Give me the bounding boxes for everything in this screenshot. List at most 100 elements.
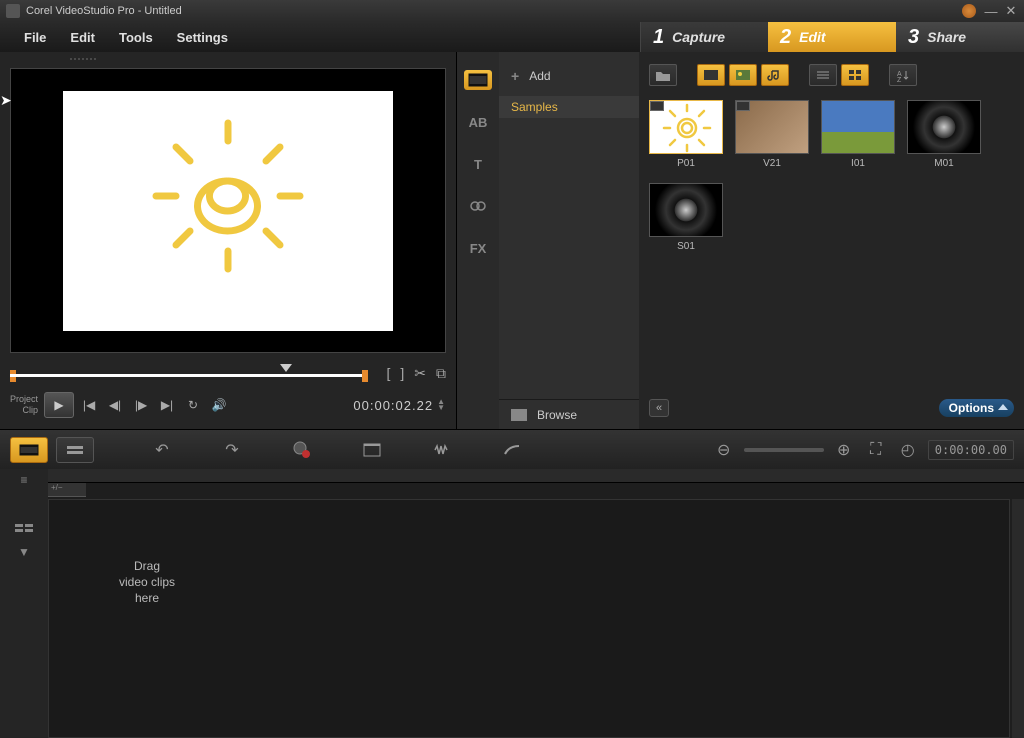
import-media-button[interactable] xyxy=(649,64,677,86)
title-bar: Corel VideoStudio Pro - Untitled — ✕ xyxy=(0,0,1024,22)
fit-project-button[interactable]: ⛶ xyxy=(864,438,888,462)
step-num: 1 xyxy=(653,26,664,49)
playhead-marker[interactable] xyxy=(280,364,292,372)
timeline-toolbar: ↶ ↷ ⊖ ⊕ ⛶ ◴ 0:00:00.00 xyxy=(0,429,1024,469)
vertical-scrollbar[interactable] xyxy=(1012,499,1024,738)
lib-tab-graphic[interactable] xyxy=(464,196,492,216)
browse-button[interactable]: Browse xyxy=(499,399,639,429)
step-num: 2 xyxy=(780,26,791,49)
sound-mixer-button[interactable] xyxy=(430,438,454,462)
browse-icon xyxy=(511,409,527,421)
preview-video[interactable] xyxy=(10,68,446,353)
window-title: Corel VideoStudio Pro - Untitled xyxy=(26,5,962,17)
lib-tab-media[interactable] xyxy=(464,70,492,90)
step-label: Capture xyxy=(672,29,725,45)
preview-panel: [ ] ✂ ⧉ Project Clip ▶ |◀ ◀| |▶ ▶| ↻ 🔊 0… xyxy=(0,52,456,429)
mark-in-button[interactable]: [ xyxy=(386,365,390,382)
redo-button[interactable]: ↷ xyxy=(220,438,244,462)
thumb-label: V21 xyxy=(763,158,781,169)
video-badge-icon xyxy=(650,101,664,111)
timeline-timecode[interactable]: 0:00:00.00 xyxy=(928,440,1014,460)
show-photos-button[interactable] xyxy=(729,64,757,86)
split-clip-button[interactable]: ✂ xyxy=(414,365,426,382)
close-button[interactable]: ✕ xyxy=(1004,4,1018,18)
thumb-label: S01 xyxy=(677,241,695,252)
thumb-label: P01 xyxy=(677,158,695,169)
library-panel: AB T FX + Add Samples Browse xyxy=(456,52,1024,429)
video-badge-icon xyxy=(736,101,750,111)
add-folder-button[interactable]: + Add xyxy=(499,62,639,90)
step-num: 3 xyxy=(908,26,919,49)
thumb-i01[interactable]: I01 xyxy=(821,100,895,169)
thumb-p01[interactable]: P01 xyxy=(649,100,723,169)
project-duration-icon: ◴ xyxy=(896,438,920,462)
batch-convert-button[interactable] xyxy=(360,438,384,462)
go-end-button[interactable]: ▶| xyxy=(156,394,178,416)
settings-gear-icon[interactable] xyxy=(962,4,976,18)
zoom-in-button[interactable]: ⊕ xyxy=(832,438,856,462)
lib-tab-title[interactable]: T xyxy=(464,154,492,174)
add-label: Add xyxy=(529,69,550,83)
track-manager-icon[interactable] xyxy=(14,521,34,535)
show-videos-button[interactable] xyxy=(697,64,725,86)
clip-mode-label[interactable]: Clip xyxy=(10,405,38,416)
minimize-button[interactable]: — xyxy=(984,4,998,18)
enlarge-preview-button[interactable]: ⧉ xyxy=(436,365,446,382)
menu-tools[interactable]: Tools xyxy=(107,30,165,45)
thumb-label: I01 xyxy=(851,158,865,169)
options-panel-button[interactable]: Options xyxy=(939,399,1014,417)
menu-file[interactable]: File xyxy=(12,30,58,45)
prev-frame-button[interactable]: ◀| xyxy=(104,394,126,416)
step-tab-share[interactable]: 3 Share xyxy=(896,22,1024,52)
thumb-view-button[interactable] xyxy=(841,64,869,86)
list-view-button[interactable] xyxy=(809,64,837,86)
browse-label: Browse xyxy=(537,408,577,422)
mark-out-handle[interactable] xyxy=(362,370,368,382)
sort-button[interactable]: AZ xyxy=(889,64,917,86)
storyboard-mode-button[interactable] xyxy=(10,437,48,463)
collapse-library-button[interactable]: « xyxy=(649,399,669,417)
zoom-out-button[interactable]: ⊖ xyxy=(712,438,736,462)
step-tab-capture[interactable]: 1 Capture xyxy=(640,22,768,52)
app-icon xyxy=(6,4,20,18)
menu-bar: File Edit Tools Settings 1 Capture 2 Edi… xyxy=(0,22,1024,52)
sun-drawing-icon xyxy=(128,111,328,311)
timecode-spinner[interactable]: ▲▼ xyxy=(437,399,446,411)
timeline-area: ≡ ▼ +/− Dragvideo clipshere xyxy=(0,469,1024,738)
step-tab-edit[interactable]: 2 Edit xyxy=(768,22,896,52)
play-button[interactable]: ▶ xyxy=(44,392,74,418)
record-button[interactable] xyxy=(290,438,314,462)
show-audio-button[interactable] xyxy=(761,64,789,86)
timeline-mode-button[interactable] xyxy=(56,437,94,463)
mark-out-button[interactable]: ] xyxy=(400,365,404,382)
menu-edit[interactable]: Edit xyxy=(58,30,107,45)
chevron-down-icon[interactable]: ▼ xyxy=(14,545,34,559)
painting-creator-button[interactable] xyxy=(500,438,524,462)
step-label: Edit xyxy=(799,29,825,45)
scrub-track[interactable] xyxy=(10,364,378,382)
folder-samples[interactable]: Samples xyxy=(499,96,639,118)
timeline-ruler[interactable] xyxy=(48,469,1024,483)
storyboard-drop-zone[interactable]: Dragvideo clipshere xyxy=(48,499,1010,738)
plus-icon: + xyxy=(511,68,519,84)
next-frame-button[interactable]: |▶ xyxy=(130,394,152,416)
project-mode-label[interactable]: Project xyxy=(10,394,38,405)
track-toggle[interactable]: +/− xyxy=(48,483,86,497)
lib-tab-transition[interactable]: AB xyxy=(464,112,492,132)
go-start-button[interactable]: |◀ xyxy=(78,394,100,416)
volume-button[interactable]: 🔊 xyxy=(208,394,230,416)
zoom-slider[interactable] xyxy=(744,448,824,452)
thumb-v21[interactable]: V21 xyxy=(735,100,809,169)
preview-timecode[interactable]: 00:00:02.22 xyxy=(353,398,433,413)
repeat-button[interactable]: ↻ xyxy=(182,394,204,416)
undo-button[interactable]: ↶ xyxy=(150,438,174,462)
svg-text:Z: Z xyxy=(897,77,902,82)
preview-content-sun xyxy=(63,91,393,331)
thumb-label: M01 xyxy=(934,158,953,169)
lib-tab-filter[interactable]: FX xyxy=(464,238,492,258)
thumb-s01[interactable]: S01 xyxy=(649,183,723,252)
drop-hint-text: Dragvideo clipshere xyxy=(119,558,175,606)
thumb-m01[interactable]: M01 xyxy=(907,100,981,169)
track-menu-icon[interactable]: ≡ xyxy=(14,473,34,487)
menu-settings[interactable]: Settings xyxy=(165,30,240,45)
